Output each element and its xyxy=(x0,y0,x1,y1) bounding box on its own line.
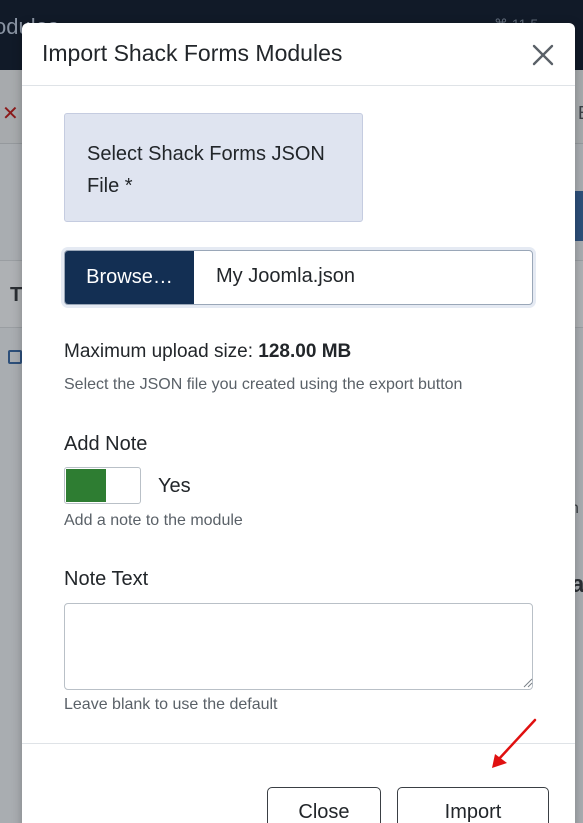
selected-file-name: My Joomla.json xyxy=(216,265,355,287)
note-text-label: Note Text xyxy=(64,568,149,590)
max-upload-value: 128.00 MB xyxy=(258,341,352,362)
add-note-toggle[interactable] xyxy=(64,467,141,504)
close-button[interactable]: Close xyxy=(267,787,381,823)
annotation-arrow-icon xyxy=(492,718,537,768)
note-text-field[interactable] xyxy=(64,603,533,690)
max-upload-prefix: Maximum upload size: xyxy=(64,341,259,362)
max-upload-size: Maximum upload size: 128.00 MB xyxy=(64,341,351,363)
modal-title: Import Shack Forms Modules xyxy=(42,40,343,66)
background-close-icon: ✕ xyxy=(2,103,19,125)
file-input[interactable]: Browse… My Joomla.json xyxy=(64,250,533,305)
modal-header: Import Shack Forms Modules xyxy=(22,23,575,86)
toggle-state-label: Yes xyxy=(158,475,191,497)
add-note-help-text: Add a note to the module xyxy=(64,512,243,529)
background-panel-letter: T xyxy=(10,284,23,306)
background-toolbar-letter: E xyxy=(578,103,583,124)
background-edit-icon xyxy=(8,350,22,364)
add-note-label: Add Note xyxy=(64,433,148,455)
browse-button[interactable]: Browse… xyxy=(65,251,194,304)
import-modal: Import Shack Forms Modules Select Shack … xyxy=(22,23,575,823)
note-text-help: Leave blank to use the default xyxy=(64,696,278,713)
file-field-label: Select Shack Forms JSON File * xyxy=(64,113,363,222)
resize-grip-icon[interactable] xyxy=(523,678,533,688)
import-button[interactable]: Import xyxy=(397,787,549,823)
toggle-on-indicator xyxy=(66,469,106,502)
file-help-text: Select the JSON file you created using t… xyxy=(64,376,463,393)
close-icon[interactable] xyxy=(528,40,558,70)
